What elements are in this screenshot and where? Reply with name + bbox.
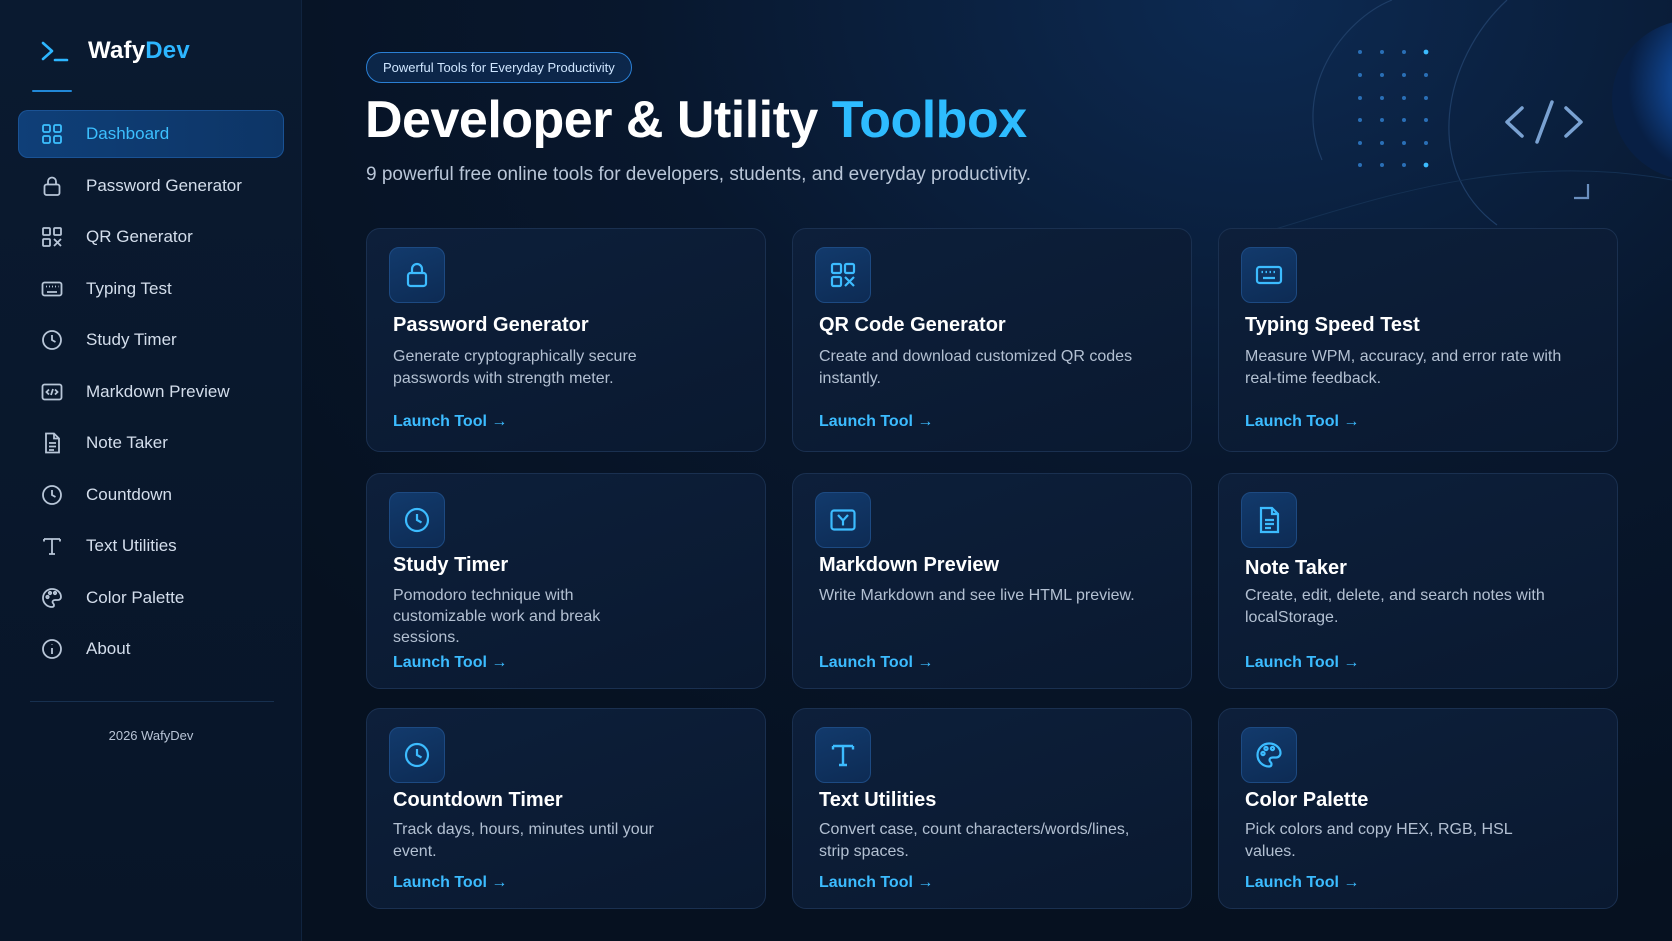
sidebar-item-label: Typing Test xyxy=(86,278,172,298)
sidebar-item-label: Password Generator xyxy=(86,175,242,195)
tool-card-text-utilities[interactable]: Text Utilities Convert case, count chara… xyxy=(792,708,1192,909)
tool-card-qr-code-generator[interactable]: QR Code Generator Create and download cu… xyxy=(792,228,1192,452)
sidebar-item-text-utilities[interactable]: Text Utilities xyxy=(18,522,284,570)
sidebar-item-markdown-preview[interactable]: Markdown Preview xyxy=(18,368,284,416)
sidebar-item-label: About xyxy=(86,639,131,658)
sidebar-item-label: Color Palette xyxy=(86,587,185,607)
launch-tool-link[interactable]: Launch Tool → xyxy=(393,874,507,892)
document-icon xyxy=(1241,492,1297,548)
app-root: WafyDev Dashboard Password Generator QR … xyxy=(0,0,1672,941)
sidebar-item-qr-generator[interactable]: QR Generator xyxy=(18,213,284,261)
card-description: Measure WPM, accuracy, and error rate wi… xyxy=(1245,348,1562,387)
card-title: Countdown Timer xyxy=(393,789,563,811)
card-description: Write Markdown and see live HTML preview… xyxy=(819,587,1135,604)
clock-icon xyxy=(40,483,64,507)
sidebar-item-password-generator[interactable]: Password Generator xyxy=(18,162,284,210)
info-icon xyxy=(40,637,64,661)
launch-tool-link[interactable]: Launch Tool → xyxy=(1245,874,1359,892)
sidebar-footer: 2026 WafyDev xyxy=(108,728,194,743)
card-title: Markdown Preview xyxy=(819,554,1000,576)
launch-tool-link[interactable]: Launch Tool → xyxy=(819,654,933,672)
brand-underline xyxy=(32,90,72,92)
sidebar-nav: Dashboard Password Generator QR Generato… xyxy=(18,110,284,677)
launch-tool-link[interactable]: Launch Tool → xyxy=(1245,413,1359,431)
decorative-code-graphic xyxy=(1271,0,1672,231)
tool-card-typing-speed-test[interactable]: Typing Speed Test Measure WPM, accuracy,… xyxy=(1218,228,1618,452)
page-title: Developer & Utility Toolbox xyxy=(365,91,1027,149)
tool-card-password-generator[interactable]: Password Generator Generate cryptographi… xyxy=(366,228,766,452)
sidebar-item-typing-test[interactable]: Typing Test xyxy=(18,265,284,313)
launch-tool-link[interactable]: Launch Tool → xyxy=(819,413,933,431)
sidebar-item-label: Dashboard xyxy=(86,124,170,143)
text-icon xyxy=(40,534,64,558)
terminal-prompt-icon xyxy=(41,41,69,62)
clock-icon xyxy=(389,727,445,783)
grid-icon xyxy=(40,122,64,146)
sidebar: WafyDev Dashboard Password Generator QR … xyxy=(0,0,302,941)
sidebar-item-study-timer[interactable]: Study Timer xyxy=(18,316,284,364)
card-title: Note Taker xyxy=(1245,557,1347,579)
card-description: Create, edit, delete, and search notes w… xyxy=(1245,587,1545,626)
card-title: Typing Speed Test xyxy=(1245,314,1420,336)
sidebar-item-about[interactable]: About xyxy=(18,625,284,673)
launch-tool-link[interactable]: Launch Tool → xyxy=(819,874,933,892)
sidebar-item-dashboard[interactable]: Dashboard xyxy=(18,110,284,158)
card-title: Text Utilities xyxy=(819,789,937,811)
sidebar-item-color-palette[interactable]: Color Palette xyxy=(18,574,284,622)
tool-card-markdown-preview[interactable]: Markdown Preview Write Markdown and see … xyxy=(792,473,1192,689)
sidebar-item-label: Note Taker xyxy=(86,433,168,452)
lock-icon xyxy=(40,174,64,198)
clock-icon xyxy=(40,328,64,352)
launch-tool-link[interactable]: Launch Tool → xyxy=(393,654,507,672)
brand-name: WafyDev xyxy=(88,37,190,64)
sidebar-item-label: Markdown Preview xyxy=(86,381,230,401)
card-title: Study Timer xyxy=(393,554,509,576)
launch-tool-link[interactable]: Launch Tool → xyxy=(393,413,507,431)
card-title: Color Palette xyxy=(1245,789,1369,811)
card-title: Password Generator xyxy=(393,314,589,336)
palette-icon xyxy=(1241,727,1297,783)
sidebar-item-label: Text Utilities xyxy=(86,536,177,555)
brand-logo[interactable]: WafyDev xyxy=(40,36,190,66)
text-icon xyxy=(815,727,871,783)
document-icon xyxy=(40,431,64,455)
card-description: Create and download customized QR codes … xyxy=(819,348,1133,387)
sidebar-item-note-taker[interactable]: Note Taker xyxy=(18,419,284,467)
sidebar-item-label: Countdown xyxy=(86,484,173,504)
tool-card-study-timer[interactable]: Study Timer Pomodoro technique with cust… xyxy=(366,473,766,689)
card-description: Pick colors and copy HEX, RGB, HSL value… xyxy=(1245,821,1513,860)
card-description: Track days, hours, minutes until your ev… xyxy=(393,821,654,860)
sidebar-item-countdown[interactable]: Countdown xyxy=(18,471,284,519)
tool-card-note-taker[interactable]: Note Taker Create, edit, delete, and sea… xyxy=(1218,473,1618,689)
markdown-icon xyxy=(815,492,871,548)
launch-tool-link[interactable]: Launch Tool → xyxy=(1245,654,1359,672)
sidebar-item-label: QR Generator xyxy=(86,227,193,246)
card-description: Pomodoro technique with customizable wor… xyxy=(393,587,601,646)
palette-icon xyxy=(40,586,64,610)
code-icon xyxy=(40,380,64,404)
lock-icon xyxy=(389,247,445,303)
qr-icon xyxy=(40,225,64,249)
sidebar-divider xyxy=(30,701,274,702)
page-subtitle: 9 powerful free online tools for develop… xyxy=(366,164,1032,185)
keyboard-icon xyxy=(1241,247,1297,303)
card-description: Generate cryptographically secure passwo… xyxy=(393,348,637,387)
clock-icon xyxy=(389,492,445,548)
keyboard-icon xyxy=(40,277,64,301)
hero-badge: Powerful Tools for Everyday Productivity xyxy=(366,52,632,83)
tool-card-countdown-timer[interactable]: Countdown Timer Track days, hours, minut… xyxy=(366,708,766,909)
tool-card-color-palette[interactable]: Color Palette Pick colors and copy HEX, … xyxy=(1218,708,1618,909)
card-title: QR Code Generator xyxy=(819,314,1006,336)
card-description: Convert case, count characters/words/lin… xyxy=(819,821,1130,860)
sidebar-item-label: Study Timer xyxy=(86,330,177,349)
qr-icon xyxy=(815,247,871,303)
